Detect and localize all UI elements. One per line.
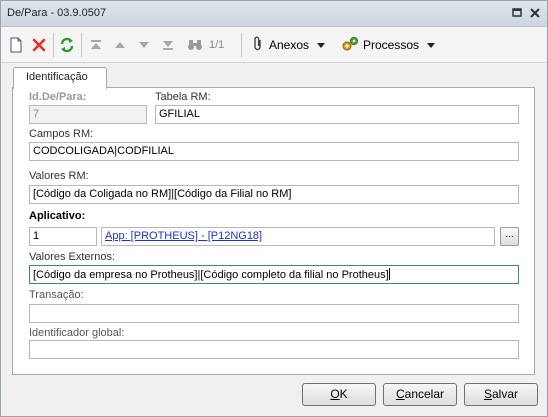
anexos-label: Anexos xyxy=(269,38,310,52)
id-field: 7 xyxy=(29,105,147,124)
aplicativo-label: Aplicativo: xyxy=(29,210,86,222)
toolbar-separator xyxy=(81,33,82,57)
binoculars-icon[interactable] xyxy=(187,35,203,55)
valores-externos-field[interactable]: [Código da empresa no Protheus]|[Código … xyxy=(29,265,519,284)
aplicativo-lookup-button[interactable]: ... xyxy=(500,227,519,246)
dialog-window: De/Para - 03.9.0507 1/1 Anexos Processos… xyxy=(0,0,548,417)
toolbar-separator xyxy=(53,33,54,57)
identificador-label: Identificador global: xyxy=(29,327,125,339)
paperclip-icon xyxy=(251,36,265,55)
aplicativo-link[interactable]: App: [PROTHEUS] - [P12NG18] xyxy=(101,227,495,246)
record-pager: 1/1 xyxy=(209,39,225,51)
valores-externos-value: [Código da empresa no Protheus]|[Código … xyxy=(33,269,389,281)
cancel-button-accelerator: C xyxy=(395,387,405,401)
close-icon[interactable] xyxy=(527,5,543,21)
chevron-down-icon xyxy=(317,42,326,48)
next-record-icon[interactable] xyxy=(137,35,151,55)
chevron-down-icon xyxy=(427,42,436,48)
first-record-icon[interactable] xyxy=(89,35,103,55)
last-record-icon[interactable] xyxy=(161,35,175,55)
ok-button[interactable]: OK xyxy=(302,383,376,406)
tab-panel: Id.De/Para: 7 Tabela RM: GFILIAL Campos … xyxy=(12,87,535,375)
ok-button-rest: K xyxy=(339,387,348,401)
campos-label: Campos RM: xyxy=(29,128,94,140)
save-button-accelerator: S xyxy=(483,387,492,401)
text-cursor xyxy=(388,268,390,280)
anexos-menu[interactable]: Anexos xyxy=(251,35,326,55)
tabela-label: Tabela RM: xyxy=(155,91,211,103)
aplicativo-code-field[interactable]: 1 xyxy=(29,227,97,246)
ok-button-accelerator: O xyxy=(330,387,340,401)
title-bar: De/Para - 03.9.0507 xyxy=(1,1,547,27)
transacao-field[interactable] xyxy=(29,304,519,323)
transacao-label: Transação: xyxy=(29,289,84,301)
new-record-icon[interactable] xyxy=(9,35,23,55)
campos-field[interactable]: CODCOLIGADA|CODFILIAL xyxy=(29,142,519,161)
cancel-button-rest: ancelar xyxy=(404,387,445,401)
save-button-rest: alvar xyxy=(492,387,519,401)
toolbar: 1/1 Anexos Processos xyxy=(1,27,547,63)
processos-menu[interactable]: Processos xyxy=(341,35,436,55)
processos-label: Processos xyxy=(363,38,420,52)
cancel-button[interactable]: Cancelar xyxy=(383,383,457,406)
refresh-icon[interactable] xyxy=(59,35,75,55)
tab-identificacao[interactable]: Identificação xyxy=(13,67,107,89)
toolbar-separator xyxy=(241,33,242,57)
window-title: De/Para - 03.9.0507 xyxy=(7,7,107,19)
identificador-field[interactable] xyxy=(29,340,519,359)
valores-rm-label: Valores RM: xyxy=(29,170,89,182)
restore-icon[interactable] xyxy=(509,5,525,21)
gears-icon xyxy=(341,36,359,55)
id-label: Id.De/Para: xyxy=(29,91,87,103)
valores-rm-field[interactable]: [Código da Coligada no RM]|[Código da Fi… xyxy=(29,185,519,204)
delete-icon[interactable] xyxy=(31,35,47,55)
previous-record-icon[interactable] xyxy=(113,35,127,55)
save-button[interactable]: Salvar xyxy=(464,383,538,406)
valores-externos-label: Valores Externos: xyxy=(29,251,116,263)
tabela-field[interactable]: GFILIAL xyxy=(155,105,519,124)
